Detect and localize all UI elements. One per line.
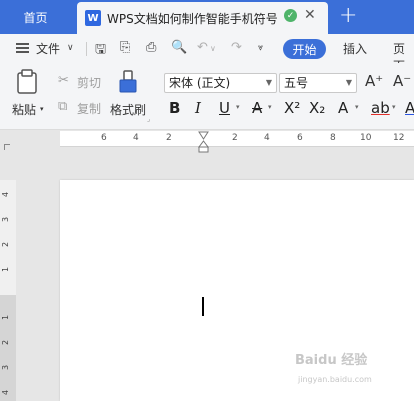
baidu-watermark: Baidu 经验 (295, 353, 368, 368)
ruler-tick: 3 (1, 364, 11, 371)
watermark-url: jingyan.baidu.com (298, 375, 372, 384)
chevron-down-icon[interactable]: ∨ (67, 43, 74, 53)
saved-check-icon: ✓ (284, 9, 297, 22)
print-icon[interactable]: ⎙ (146, 40, 156, 55)
ruler-tick: 10 (360, 133, 372, 143)
strikethrough-icon[interactable]: A (252, 99, 262, 117)
indent-marker-icon[interactable] (198, 131, 209, 153)
save-icon[interactable]: 🖫 (95, 40, 106, 62)
format-painter-button[interactable]: 格式刷 (110, 101, 146, 118)
format-painter-icon[interactable] (118, 70, 138, 94)
customize-icon[interactable]: ⩔ (258, 43, 263, 53)
chevron-down-icon[interactable]: ▾ (392, 103, 396, 111)
ruler-tick: 6 (297, 133, 303, 143)
font-color-icon[interactable]: A (405, 99, 414, 117)
print-preview-icon[interactable]: 🔍 (171, 40, 187, 55)
ruler-tick: 2 (166, 133, 172, 143)
chevron-down-icon[interactable]: ▾ (268, 103, 272, 111)
underline-icon[interactable]: U (219, 99, 230, 117)
chevron-down-icon[interactable]: ▾ (355, 103, 359, 111)
highlight-icon[interactable]: ab (371, 99, 390, 117)
ruler-tick: 1 (1, 266, 11, 273)
ruler-tick: 8 (330, 133, 336, 143)
grow-font-icon[interactable]: A⁺ (365, 72, 383, 90)
ruler-tick: 12 (393, 133, 405, 143)
menu-bar: 文件 ∨ 🖫 ⎘ ⎙ 🔍 ↶ ∨ ↷ ⩔ 开始 插入 页面 (0, 34, 414, 73)
subscript-icon[interactable]: X₂ (309, 99, 325, 117)
font-name-select[interactable]: 宋体 (正文) ▼ (164, 73, 277, 93)
text-effect-icon[interactable]: A (338, 99, 348, 117)
tab-start[interactable]: 开始 (283, 39, 326, 59)
font-size-select[interactable]: 五号 ▼ (279, 73, 357, 93)
font-size-value: 五号 (284, 76, 309, 90)
ruler-tick: 4 (1, 191, 11, 198)
wps-doc-icon: W (85, 10, 101, 26)
close-icon[interactable]: ✕ (304, 7, 316, 23)
ruler-tick: 1 (1, 314, 11, 321)
ruler-body (0, 295, 16, 401)
scissors-icon: ✂ (58, 73, 69, 88)
ruler-tick: 2 (1, 241, 11, 248)
ruler-tick: 4 (264, 133, 270, 143)
new-tab-icon[interactable]: + (339, 3, 357, 28)
paste-button[interactable]: 粘贴 (12, 101, 36, 118)
ruler-margin (0, 180, 16, 295)
ribbon: 粘贴 ▾ ✂ 剪切 ⧉ 复制 格式刷 ⌟ 宋体 (正文) ▼ 五号 ▼ A⁺ A… (0, 63, 414, 130)
corner-mark (4, 144, 10, 150)
font-name-value: 宋体 (正文) (169, 76, 231, 90)
copy-icon: ⧉ (58, 99, 68, 114)
italic-icon[interactable]: I (195, 99, 201, 117)
ruler-tick: 2 (1, 339, 11, 346)
tab-insert[interactable]: 插入 (343, 40, 367, 57)
cut-button[interactable]: 剪切 (77, 74, 101, 91)
divider (86, 42, 87, 56)
ruler-tick: 4 (1, 389, 11, 396)
superscript-icon[interactable]: X² (284, 99, 300, 117)
tab-home[interactable]: 首页 (0, 0, 71, 34)
chevron-down-icon: ▼ (265, 78, 272, 87)
menu-icon[interactable] (16, 43, 29, 53)
text-cursor (202, 297, 204, 316)
ruler-tick: 2 (232, 133, 238, 143)
ruler-tick: 4 (133, 133, 139, 143)
undo-dropdown-icon[interactable]: ∨ (210, 44, 216, 53)
shrink-font-icon[interactable]: A⁻ (393, 72, 411, 90)
bold-icon[interactable]: B (169, 99, 180, 117)
paste-dropdown-icon[interactable]: ▾ (40, 105, 44, 113)
ruler-tick: 6 (101, 133, 107, 143)
redo-icon[interactable]: ↷ (231, 40, 242, 55)
copy-button[interactable]: 复制 (77, 100, 101, 117)
file-menu[interactable]: 文件 (36, 40, 60, 57)
chevron-down-icon[interactable]: ▾ (236, 103, 240, 111)
undo-icon[interactable]: ↶ (197, 40, 208, 55)
output-icon[interactable]: ⎘ (120, 40, 130, 55)
clipboard-expand-icon[interactable]: ⌟ (147, 115, 150, 123)
ruler-tick: 3 (1, 216, 11, 223)
chevron-down-icon: ▼ (345, 78, 352, 87)
paste-icon[interactable] (16, 69, 40, 95)
document-title: WPS文档如何制作智能手机符号 (107, 11, 278, 26)
